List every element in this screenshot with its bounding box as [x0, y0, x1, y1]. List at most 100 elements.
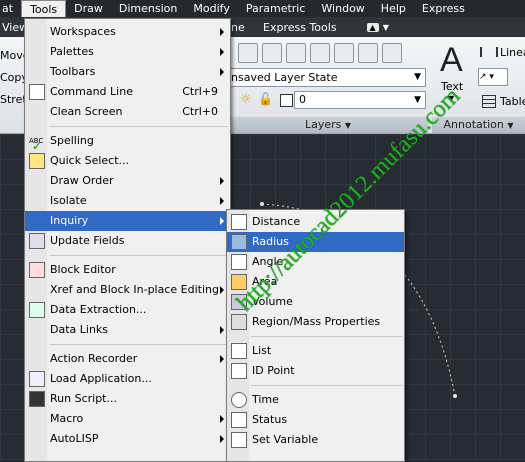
sun-icon[interactable]: ☼	[240, 92, 252, 107]
tools-item-spelling[interactable]: ABC ✓ Spelling	[25, 131, 230, 153]
menu-item-label: Toolbars	[50, 65, 96, 78]
layer-tool-icon[interactable]	[358, 43, 378, 63]
tools-item-clean-screen[interactable]: Clean Screen Ctrl+0	[25, 102, 230, 122]
submenu-arrow-icon	[220, 415, 224, 423]
layer-tool-icon[interactable]	[382, 43, 402, 63]
inquiry-item-id-point[interactable]: ID Point	[227, 361, 404, 381]
tab-express-tools[interactable]: Express Tools	[257, 21, 343, 34]
menu-item-label: Data Links	[50, 323, 109, 336]
tools-item-inquiry[interactable]: Inquiry	[25, 211, 230, 231]
layer-tool-icon[interactable]	[334, 43, 354, 63]
block-editor-icon	[29, 262, 45, 278]
menubar-item-draw[interactable]: Draw	[66, 0, 111, 17]
tools-item-palettes[interactable]: Palettes	[25, 42, 230, 62]
tools-item-draw-order[interactable]: Draw Order	[25, 171, 230, 191]
menubar-item-window[interactable]: Window	[313, 0, 372, 17]
inquiry-item-status[interactable]: Status	[227, 410, 404, 430]
dropdown-arrow-icon: ▼	[414, 95, 421, 105]
time-icon	[231, 392, 247, 408]
menu-item-label: Quick Select...	[50, 154, 130, 167]
menubar-item-dimension[interactable]: Dimension	[111, 0, 185, 17]
inquiry-item-list[interactable]: List	[227, 341, 404, 361]
tab-partial[interactable]: ne	[227, 21, 257, 34]
dropdown-arrow-icon: ▼	[414, 72, 421, 82]
menu-item-shortcut: Ctrl+0	[182, 105, 218, 118]
menubar-item-express[interactable]: Express	[414, 0, 473, 17]
linear-dimension-icon[interactable]	[480, 47, 498, 57]
leader-dropdown[interactable]: ↗ ▾	[478, 68, 508, 86]
linear-label[interactable]: Linea	[500, 46, 525, 59]
tools-item-xref-and-block-in-place-editing[interactable]: Xref and Block In-place Editing	[25, 280, 230, 300]
menu-item-label: Load Application...	[50, 372, 152, 385]
inquiry-item-region-mass-properties[interactable]: Region/Mass Properties	[227, 312, 404, 332]
layer-tool-icon[interactable]	[238, 43, 258, 63]
table-icon[interactable]	[482, 95, 496, 108]
menubar-item-parametric[interactable]: Parametric	[238, 0, 314, 17]
menu-separator	[251, 385, 402, 386]
submenu-arrow-icon	[220, 355, 224, 363]
run-script-icon	[29, 391, 45, 407]
menu-separator	[251, 336, 402, 337]
table-label[interactable]: Table	[500, 95, 525, 108]
tools-item-command-line[interactable]: Command Line Ctrl+9	[25, 82, 230, 102]
submenu-arrow-icon	[220, 286, 224, 294]
distance-icon	[231, 214, 247, 230]
menu-item-label: Set Variable	[252, 433, 319, 446]
menu-item-label: Action Recorder	[50, 352, 138, 365]
menubar-item-tools[interactable]: Tools	[21, 0, 67, 17]
tools-item-block-editor[interactable]: Block Editor	[25, 260, 230, 280]
menubar-item-at[interactable]: at	[0, 0, 21, 17]
menu-item-label: Data Extraction...	[50, 303, 147, 316]
ribbon-minimize-icon[interactable]: ▲	[366, 22, 379, 32]
menu-item-label: Isolate	[50, 194, 87, 207]
menubar-item-modify[interactable]: Modify	[185, 0, 237, 17]
tools-item-data-links[interactable]: Data Links	[25, 320, 230, 340]
tools-item-data-extraction[interactable]: Data Extraction...	[25, 300, 230, 320]
inquiry-item-angle[interactable]: Angle	[227, 252, 404, 272]
color-swatch[interactable]	[280, 94, 293, 107]
tools-menu: Workspaces Palettes Toolbars Command Line Ct…	[24, 18, 231, 462]
inquiry-item-time[interactable]: Time	[227, 390, 404, 410]
inquiry-item-set-variable[interactable]: Set Variable	[227, 430, 404, 450]
id-point-icon	[231, 363, 247, 379]
menu-item-label: Distance	[252, 215, 301, 228]
menu-item-label: Update Fields	[50, 234, 125, 247]
angle-icon	[231, 254, 247, 270]
ribbon-dropdown-icon[interactable]: ▼	[383, 23, 389, 32]
current-layer-dropdown[interactable]: 0 ▼	[294, 91, 426, 109]
submenu-arrow-icon	[220, 177, 224, 185]
tools-item-load-application[interactable]: Load Application...	[25, 369, 230, 389]
layer-state-dropdown[interactable]: nsaved Layer State ▼	[228, 68, 426, 87]
region-mass-icon	[231, 314, 247, 330]
menu-item-label: Clean Screen	[50, 105, 123, 118]
command-line-icon	[29, 84, 45, 100]
menu-separator	[49, 344, 228, 345]
menu-separator	[49, 255, 228, 256]
tools-item-run-script[interactable]: Run Script...	[25, 389, 230, 409]
tools-item-autolisp[interactable]: AutoLISP	[25, 429, 230, 449]
tools-item-quick-select[interactable]: Quick Select...	[25, 151, 230, 171]
layer-tool-icon[interactable]	[310, 43, 330, 63]
tools-item-macro[interactable]: Macro	[25, 409, 230, 429]
tools-item-toolbars[interactable]: Toolbars	[25, 62, 230, 82]
submenu-arrow-icon	[220, 48, 224, 56]
radius-icon	[231, 234, 247, 250]
tools-item-action-recorder[interactable]: Action Recorder	[25, 349, 230, 369]
layer-tool-icon[interactable]	[286, 43, 306, 63]
menubar-item-help[interactable]: Help	[373, 0, 414, 17]
layer-tool-icon[interactable]	[262, 43, 282, 63]
menu-item-shortcut: Ctrl+9	[182, 85, 218, 98]
tools-item-isolate[interactable]: Isolate	[25, 191, 230, 211]
submenu-arrow-icon	[220, 28, 224, 36]
submenu-arrow-icon	[220, 217, 224, 225]
panel-expand-icon: ▼	[344, 121, 352, 130]
menu-separator	[49, 126, 228, 127]
menu-item-label: Run Script...	[50, 392, 117, 405]
tools-item-update-fields[interactable]: Update Fields	[25, 231, 230, 251]
tools-item-workspaces[interactable]: Workspaces	[25, 22, 230, 42]
menu-item-label: Status	[252, 413, 288, 426]
text-big-icon[interactable]: A	[440, 41, 463, 80]
menu-item-label: Spelling	[50, 134, 94, 147]
menu-item-label: Block Editor	[50, 263, 116, 276]
lock-icon[interactable]: 🔓	[258, 92, 273, 106]
